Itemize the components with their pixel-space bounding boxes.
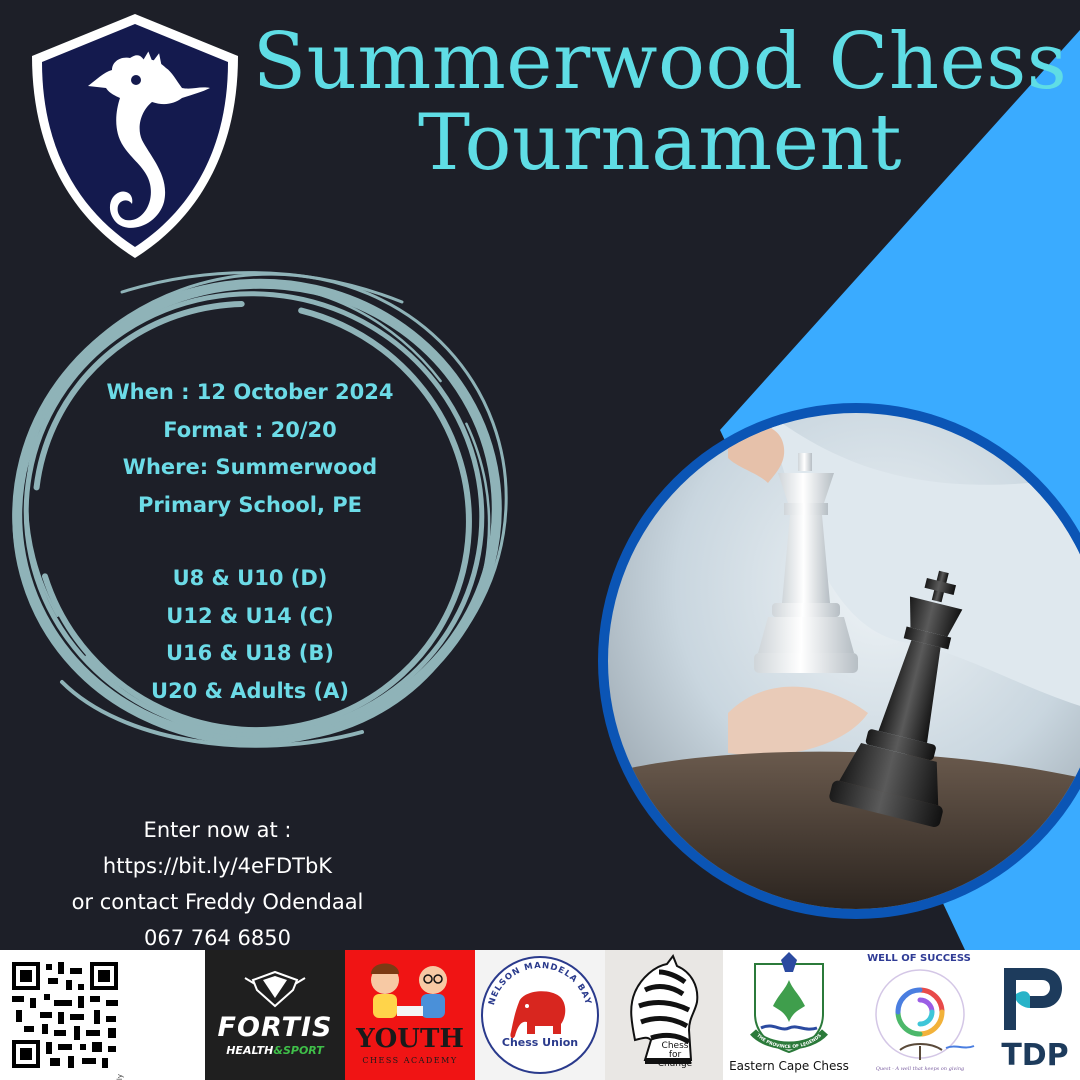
qr-code[interactable]: bitly [0,950,130,1080]
sponsor-fortis-logo: FORTIS HEALTH&SPORT [205,950,345,1080]
event-date: When : 12 October 2024 [106,380,394,404]
sponsor-chess-for-change-logo: Chess for Change [605,950,723,1080]
sponsor-well-of-success-logo: WELL OF SUCCESS Quest - A well that keep… [860,950,988,1080]
qr-code-icon [10,960,120,1070]
division-item: U12 & U14 (C) [166,603,334,628]
eastern-cape-crest-icon: THE PROVINCE OF LEGENDS [750,952,828,1054]
rainbow-spiral-icon [875,969,975,1060]
youth-name: YOUTH [356,1024,464,1054]
entry-info: Enter now at : https://bit.ly/4eFDTbK or… [20,812,415,956]
chess-kings-photo [608,413,1080,909]
entry-label: Enter now at : [143,818,292,842]
tdp-mark-icon [1004,968,1062,1030]
sponsor-nmb-logo: NELSON MANDELA BAY Chess Union [475,950,605,1080]
fortis-name: FORTIS [217,1012,333,1043]
wos-title: WELL OF SUCCESS [867,953,971,964]
sponsor-youth-logo: YOUTH CHESS ACADEMY [345,950,475,1080]
qr-tag: bitly [116,1074,124,1080]
elephant-badge-icon: NELSON MANDELA BAY [481,956,599,1074]
event-venue-line-1: Where: Summerwood [122,455,378,479]
title-line-2: Tournament [418,98,902,189]
event-details: When : 12 October 2024 Format : 20/20 Wh… [60,374,440,710]
wos-tagline: Quest - A well that keeps on giving [875,1066,965,1072]
sponsor-tdp-logo: TDP [990,950,1080,1080]
sponsor-strip: bitly FORTIS HEALTH&SPORT YOUTH [0,950,1080,1080]
nmb-name: Chess Union [501,1036,579,1049]
cfc-name: Chess for Change [657,1041,693,1069]
event-format: Format : 20/20 [163,417,337,442]
event-venue-line-2: Primary School, PE [138,492,362,517]
division-item: U20 & Adults (A) [151,678,349,703]
fortis-sub: HEALTH&SPORT [226,1044,324,1057]
tdp-name: TDP [1001,1038,1069,1073]
division-item: U16 & U18 (B) [166,641,334,665]
sponsor-eastern-cape-chess-logo: THE PROVINCE OF LEGENDS Eastern Cape Che… [723,950,855,1080]
title-line-1: Summerwood Chess [252,17,1068,107]
entry-link[interactable]: https://bit.ly/4eFDTbK [20,848,415,884]
division-item: U8 & U10 (D) [172,566,328,590]
page-title: Summerwood Chess Tournament [250,17,1070,189]
seahorse-shield-icon [32,14,238,258]
youth-sub: CHESS ACADEMY [362,1056,458,1065]
contact-name: or contact Freddy Odendaal [71,890,364,914]
fortis-crest-icon [244,970,306,1008]
kids-chess-icon [371,963,447,1018]
tournament-poster: Summerwood Chess Tournament When : 12 Oc… [0,0,1080,1080]
ecc-name: Eastern Cape Chess [729,1059,849,1073]
